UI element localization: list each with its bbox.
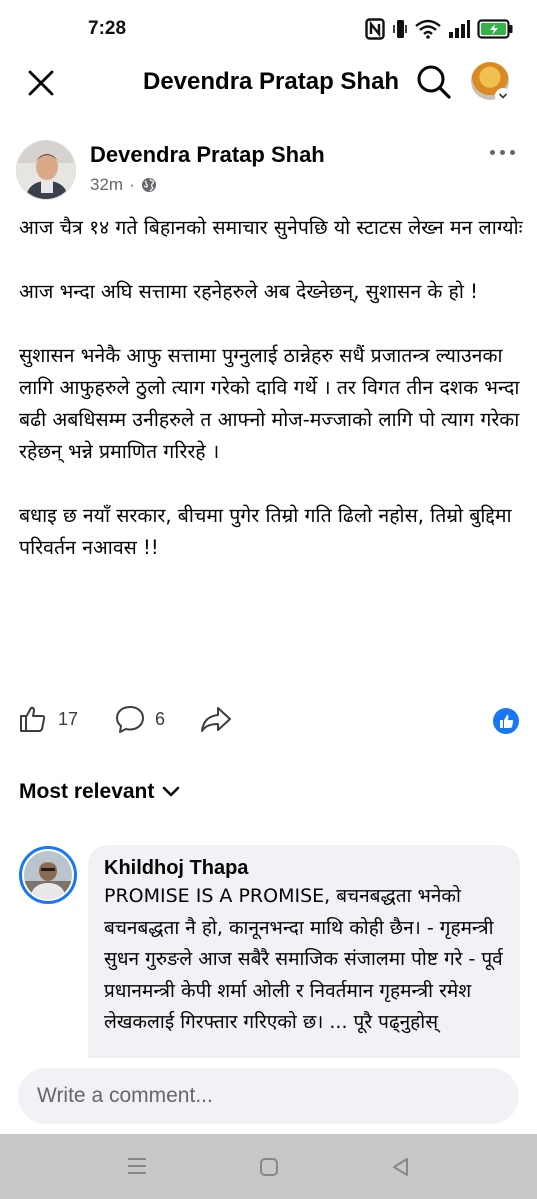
wifi-icon <box>415 19 441 39</box>
comment-author[interactable]: Khildhoj Thapa <box>104 855 504 881</box>
comment-text: PROMISE IS A PROMISE, बचनबद्धता भनेको बच… <box>104 885 503 1033</box>
close-button[interactable] <box>24 66 58 100</box>
recent-apps-button[interactable] <box>126 1156 150 1178</box>
like-reaction-badge[interactable] <box>493 708 519 734</box>
comment-count: 6 <box>155 708 166 729</box>
post-paragraph: आज चैत्र १४ गते बिहानको समाचार सुनेपछि य… <box>19 216 523 239</box>
sort-label: Most relevant <box>19 780 155 803</box>
author-avatar[interactable] <box>16 140 76 200</box>
meta-separator: · <box>129 175 135 194</box>
page-title: Devendra Pratap Shah <box>143 68 400 95</box>
comment-input[interactable]: Write a comment... <box>18 1068 519 1124</box>
reactions-row: 17 6 <box>0 700 537 744</box>
more-options-button[interactable] <box>490 144 522 160</box>
comment-sort-dropdown[interactable]: Most relevant <box>19 780 180 804</box>
status-time: 7:28 <box>88 18 127 39</box>
more-dot-icon <box>500 149 505 155</box>
post-paragraph: बधाइ छ नयाँ सरकार, बीचमा पुगेर तिम्रो गत… <box>19 504 512 559</box>
comment-button[interactable]: 6 <box>115 704 165 734</box>
battery-charging-icon <box>477 19 513 39</box>
status-bar: 7:28 <box>0 0 537 60</box>
chevron-down-icon <box>163 786 180 797</box>
thumbs-up-icon <box>499 714 513 728</box>
nfc-icon <box>365 18 385 40</box>
more-dot-icon <box>490 149 495 155</box>
commenter-avatar[interactable] <box>19 846 77 904</box>
back-button[interactable] <box>390 1156 414 1178</box>
signal-icon <box>449 20 470 38</box>
post-paragraph: सुशासन भनेकै आफु सत्तामा पुग्नुलाई ठान्न… <box>19 344 520 463</box>
top-bar: Devendra Pratap Shah <box>0 58 537 106</box>
post-paragraph: आज भन्दा अघि सत्तामा रहनेहरुले अब देख्ने… <box>19 280 478 303</box>
comment-bubble[interactable]: Khildhoj Thapa PROMISE IS A PROMISE, बचन… <box>88 845 520 1075</box>
post-author-name[interactable]: Devendra Pratap Shah <box>90 142 325 168</box>
home-button[interactable] <box>258 1156 282 1178</box>
search-button[interactable] <box>415 63 453 101</box>
menu-icon <box>128 1158 146 1174</box>
comment-composer: Write a comment... <box>0 1058 537 1134</box>
back-triangle-icon <box>393 1158 408 1176</box>
close-icon <box>28 70 54 96</box>
system-nav-bar <box>0 1134 537 1199</box>
share-icon <box>201 707 231 732</box>
like-button[interactable]: 17 <box>18 704 78 734</box>
globe-icon <box>141 178 156 192</box>
post-time[interactable]: 32m <box>90 175 123 195</box>
vibrate-icon <box>393 20 407 38</box>
more-dot-icon <box>510 149 515 155</box>
post-header: Devendra Pratap Shah 32m · <box>0 138 537 200</box>
post-meta: 32m · <box>90 175 157 195</box>
status-icons <box>365 18 513 40</box>
comment-icon <box>116 706 144 733</box>
chevron-down-icon <box>495 88 511 104</box>
thumbs-up-icon <box>20 706 46 732</box>
home-square-icon <box>260 1158 278 1176</box>
like-count: 17 <box>58 708 79 729</box>
profile-menu-avatar[interactable] <box>471 62 511 104</box>
search-icon <box>417 65 451 99</box>
share-button[interactable] <box>200 704 232 734</box>
post-body: आज चैत्र १४ गते बिहानको समाचार सुनेपछि य… <box>19 212 524 596</box>
